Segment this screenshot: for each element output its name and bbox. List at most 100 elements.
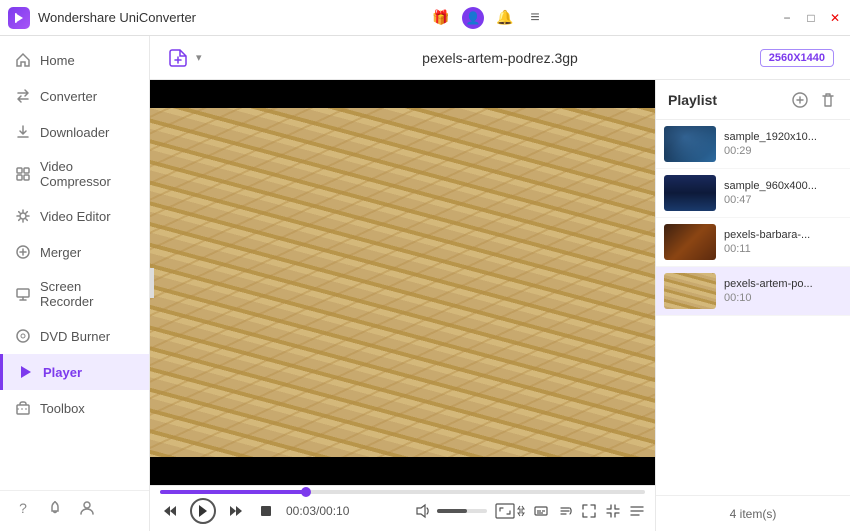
- screen-recorder-icon: [14, 285, 32, 303]
- topbar-left: ▾: [166, 46, 202, 70]
- bell-icon[interactable]: 🔔: [496, 9, 514, 27]
- titlebar: Wondershare UniConverter 🎁 👤 🔔 ≡ − □ ✕: [0, 0, 850, 36]
- playlist: Playlist: [655, 80, 850, 531]
- thumbnail-image-4: [664, 273, 716, 309]
- home-icon: [14, 51, 32, 69]
- subtitles-icon[interactable]: [533, 503, 549, 519]
- playlist-item[interactable]: pexels-barbara-... 00:11: [656, 218, 850, 267]
- sidebar-label-downloader: Downloader: [40, 125, 109, 140]
- volume-icon[interactable]: [415, 503, 431, 519]
- playlist-actions: [790, 90, 838, 110]
- filename-label: pexels-artem-podrez.3gp: [422, 50, 578, 66]
- progress-thumb: [301, 487, 311, 497]
- titlebar-center-icons: 🎁 👤 🔔 ≡: [432, 7, 544, 29]
- sidebar-item-home[interactable]: Home: [0, 42, 149, 78]
- playlist-count: 4 item(s): [730, 507, 777, 521]
- sidebar-label-player: Player: [43, 365, 82, 380]
- playlist-item[interactable]: sample_1920x10... 00:29: [656, 120, 850, 169]
- play-button[interactable]: [190, 498, 216, 524]
- user-icon[interactable]: [78, 499, 96, 517]
- help-icon[interactable]: ?: [14, 499, 32, 517]
- main-layout: Home Converter Downloader: [0, 36, 850, 531]
- close-button[interactable]: ✕: [828, 11, 842, 25]
- video-thumbnail: [150, 80, 655, 485]
- audio-icon[interactable]: [557, 503, 573, 519]
- playlist-item-name-4: pexels-artem-po...: [724, 278, 842, 290]
- aspect-ratio-icon[interactable]: [495, 503, 525, 519]
- playlist-delete-button[interactable]: [818, 90, 838, 110]
- playlist-item-active[interactable]: pexels-artem-po... 00:10: [656, 267, 850, 316]
- sidebar-item-video-compressor[interactable]: Video Compressor: [0, 150, 149, 198]
- sidebar-label-dvd-burner: DVD Burner: [40, 329, 110, 344]
- rewind-button[interactable]: [160, 501, 180, 521]
- playlist-thumb-4: [664, 273, 716, 309]
- gift-icon[interactable]: 🎁: [432, 9, 450, 27]
- playlist-item-info-1: sample_1920x10... 00:29: [724, 131, 842, 157]
- progress-fill: [160, 490, 306, 494]
- shrink-icon[interactable]: [605, 503, 621, 519]
- notification-icon[interactable]: [46, 499, 64, 517]
- video-wrapper: ‹: [150, 80, 655, 531]
- playlist-footer: 4 item(s): [656, 495, 850, 531]
- playlist-header: Playlist: [656, 80, 850, 120]
- sidebar-label-merger: Merger: [40, 245, 81, 260]
- video-black-bottom: [150, 457, 655, 485]
- player-area: ‹: [150, 80, 850, 531]
- fullscreen-icon[interactable]: [581, 503, 597, 519]
- thumbnail-image-3: [664, 224, 716, 260]
- sidebar: Home Converter Downloader: [0, 36, 150, 531]
- sidebar-item-dvd-burner[interactable]: DVD Burner: [0, 318, 149, 354]
- window-controls: − □ ✕: [780, 11, 842, 25]
- video-frame: [150, 80, 655, 485]
- sidebar-item-toolbox[interactable]: Toolbox: [0, 390, 149, 426]
- playlist-toggle-icon[interactable]: [629, 503, 645, 519]
- sidebar-item-converter[interactable]: Converter: [0, 78, 149, 114]
- playlist-item-duration-3: 00:11: [724, 243, 842, 255]
- volume-row: [415, 503, 487, 519]
- profile-icon[interactable]: 👤: [462, 7, 484, 29]
- playlist-add-button[interactable]: [790, 90, 810, 110]
- thumbnail-image-2: [664, 175, 716, 211]
- playlist-items: sample_1920x10... 00:29 sample_960x400..…: [656, 120, 850, 495]
- volume-fill: [437, 509, 467, 513]
- converter-icon: [14, 87, 32, 105]
- sidebar-item-screen-recorder[interactable]: Screen Recorder: [0, 270, 149, 318]
- app-title: Wondershare UniConverter: [38, 10, 196, 25]
- time-display: 00:03/00:10: [286, 504, 349, 518]
- sidebar-item-video-editor[interactable]: Video Editor: [0, 198, 149, 234]
- add-media-button[interactable]: [166, 46, 190, 70]
- video-black-top: [150, 80, 655, 108]
- playlist-item-name-2: sample_960x400...: [724, 180, 842, 192]
- progress-row: [160, 490, 645, 494]
- playlist-item-duration-1: 00:29: [724, 145, 842, 157]
- sidebar-item-merger[interactable]: Merger: [0, 234, 149, 270]
- playlist-item-duration-4: 00:10: [724, 292, 842, 304]
- sidebar-label-home: Home: [40, 53, 75, 68]
- sidebar-label-converter: Converter: [40, 89, 97, 104]
- playlist-item-name-1: sample_1920x10...: [724, 131, 842, 143]
- downloader-icon: [14, 123, 32, 141]
- playlist-thumb-2: [664, 175, 716, 211]
- app-logo: [8, 7, 30, 29]
- sidebar-item-downloader[interactable]: Downloader: [0, 114, 149, 150]
- minimize-button[interactable]: −: [780, 11, 794, 25]
- video-compressor-icon: [14, 165, 32, 183]
- maximize-button[interactable]: □: [804, 11, 818, 25]
- stop-button[interactable]: [256, 501, 276, 521]
- fast-forward-button[interactable]: [226, 501, 246, 521]
- playlist-item-duration-2: 00:47: [724, 194, 842, 206]
- playlist-item-name-3: pexels-barbara-...: [724, 229, 842, 241]
- menu-icon[interactable]: ≡: [526, 9, 544, 27]
- volume-slider[interactable]: [437, 509, 487, 513]
- sidebar-label-screen-recorder: Screen Recorder: [40, 279, 135, 309]
- playlist-item-info-3: pexels-barbara-... 00:11: [724, 229, 842, 255]
- collapse-playlist-button[interactable]: ‹: [150, 268, 154, 298]
- progress-track[interactable]: [160, 490, 645, 494]
- topbar: ▾ pexels-artem-podrez.3gp 2560X1440: [150, 36, 850, 80]
- sidebar-bottom: ?: [0, 490, 149, 525]
- dropdown-arrow-icon[interactable]: ▾: [196, 51, 202, 64]
- playlist-item[interactable]: sample_960x400... 00:47: [656, 169, 850, 218]
- controls-row: 00:03/00:10: [160, 498, 645, 524]
- playlist-item-info-2: sample_960x400... 00:47: [724, 180, 842, 206]
- sidebar-item-player[interactable]: Player: [0, 354, 149, 390]
